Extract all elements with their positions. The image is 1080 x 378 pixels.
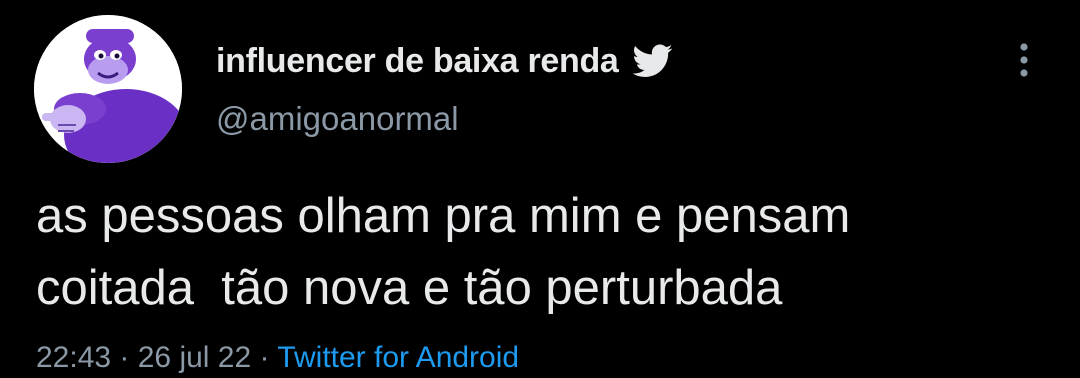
- tweet-text: as pessoas olham pra mim e pensam coitad…: [36, 189, 851, 315]
- tweet-time[interactable]: 22:43: [36, 341, 111, 374]
- meta-separator: ·: [111, 341, 138, 374]
- tweet-source-link[interactable]: Twitter for Android: [277, 341, 519, 374]
- tweet-date[interactable]: 26 jul 22: [138, 341, 251, 374]
- tweet-metadata: 22:43 · 26 jul 22 · Twitter for Android: [36, 338, 519, 378]
- twitter-bird-icon: [631, 44, 673, 78]
- tweet-card: influencer de baixa renda @amigoanormal …: [0, 0, 1080, 374]
- author-handle[interactable]: @amigoanormal: [216, 100, 459, 138]
- author-row: influencer de baixa renda: [216, 36, 673, 86]
- avatar[interactable]: [34, 15, 182, 163]
- avatar-image: [34, 15, 182, 163]
- meta-separator-2: ·: [251, 341, 278, 374]
- more-vertical-icon[interactable]: [1010, 40, 1038, 80]
- display-name[interactable]: influencer de baixa renda: [216, 42, 619, 81]
